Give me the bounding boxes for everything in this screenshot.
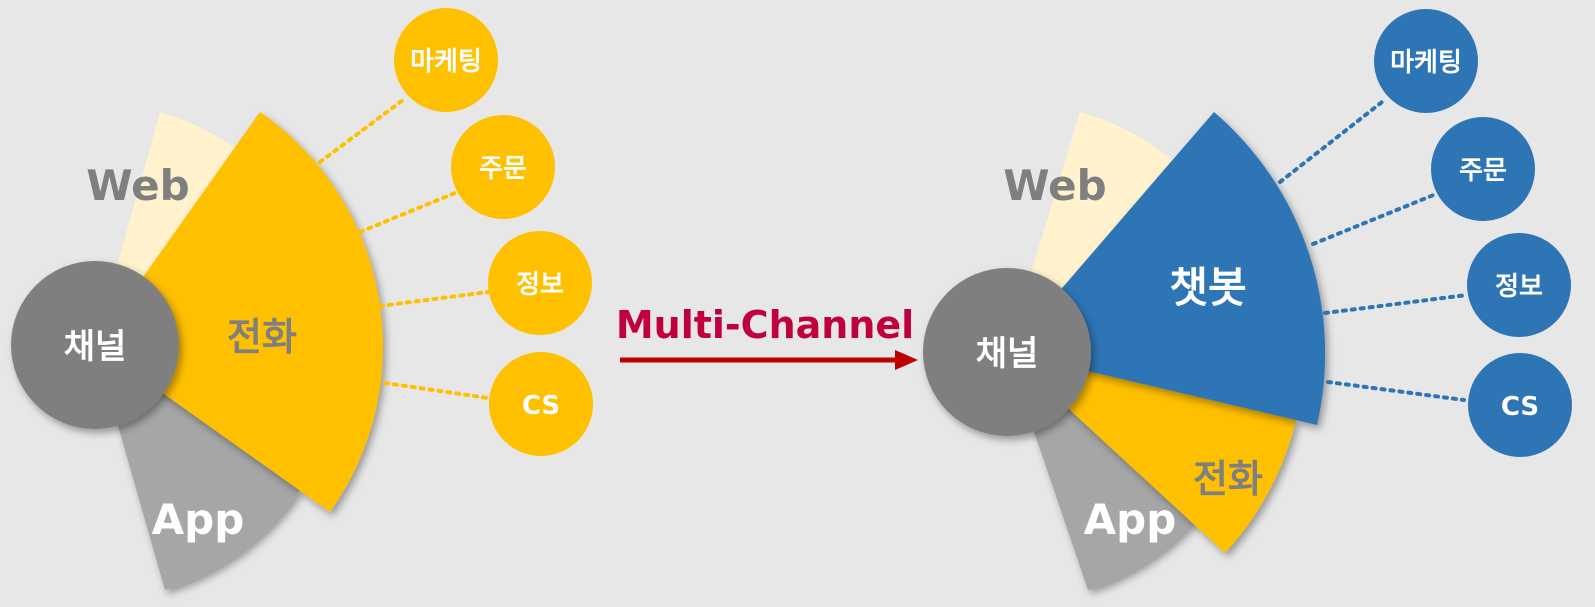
transition: Multi-Channel bbox=[616, 303, 918, 370]
right-bubble-marketing: 마케팅 bbox=[1374, 9, 1478, 113]
right-phone-label: 전화 bbox=[1193, 457, 1263, 501]
transition-arrowhead bbox=[895, 350, 918, 370]
left-connector-order bbox=[358, 191, 457, 234]
left-connector-cs bbox=[383, 381, 490, 400]
left-app-label: App bbox=[152, 495, 245, 544]
right-web-label: Web bbox=[1003, 161, 1106, 210]
left-connector-info bbox=[378, 290, 490, 308]
left-connector-marketing bbox=[318, 98, 405, 164]
right-bubble-order: 주문 bbox=[1431, 117, 1535, 221]
right-connector-cs bbox=[1326, 380, 1466, 402]
right-connector-info bbox=[1323, 293, 1469, 315]
left-bubble-info-label: 정보 bbox=[516, 270, 564, 300]
right-app-label: App bbox=[1084, 495, 1177, 544]
right-diagram: Web App 전화 챗봇 채널 마케팅 주문 정보 CS bbox=[923, 9, 1572, 590]
right-bubble-info-label: 정보 bbox=[1495, 272, 1543, 302]
channel-diagram: Web App 전화 채널 마케팅 주문 정보 CS Multi-Channel… bbox=[11, 8, 1572, 590]
left-hub-label: 채널 bbox=[64, 327, 127, 367]
right-bubble-info: 정보 bbox=[1467, 233, 1571, 337]
diagram-stage: Web App 전화 채널 마케팅 주문 정보 CS Multi-Channel… bbox=[0, 0, 1595, 607]
transition-label: Multi-Channel bbox=[616, 303, 914, 347]
right-connector-order bbox=[1311, 192, 1438, 246]
left-bubble-cs: CS bbox=[489, 352, 593, 456]
right-connector-marketing bbox=[1278, 100, 1384, 184]
left-bubble-marketing: 마케팅 bbox=[394, 8, 498, 112]
right-chatbot-label: 챗봇 bbox=[1169, 263, 1246, 312]
left-phone-label: 전화 bbox=[227, 315, 297, 359]
left-bubble-cs-label: CS bbox=[522, 391, 560, 421]
left-web-label: Web bbox=[86, 161, 189, 210]
left-bubble-marketing-label: 마케팅 bbox=[410, 47, 482, 77]
left-bubble-order-label: 주문 bbox=[479, 154, 527, 184]
left-diagram: Web App 전화 채널 마케팅 주문 정보 CS bbox=[11, 8, 593, 590]
right-hub-label: 채널 bbox=[976, 334, 1039, 374]
right-bubble-order-label: 주문 bbox=[1459, 156, 1507, 186]
right-bubble-cs-label: CS bbox=[1501, 392, 1539, 422]
left-bubble-info: 정보 bbox=[488, 231, 592, 335]
right-bubble-cs: CS bbox=[1468, 353, 1572, 457]
left-bubble-order: 주문 bbox=[451, 115, 555, 219]
right-bubble-marketing-label: 마케팅 bbox=[1390, 48, 1462, 78]
